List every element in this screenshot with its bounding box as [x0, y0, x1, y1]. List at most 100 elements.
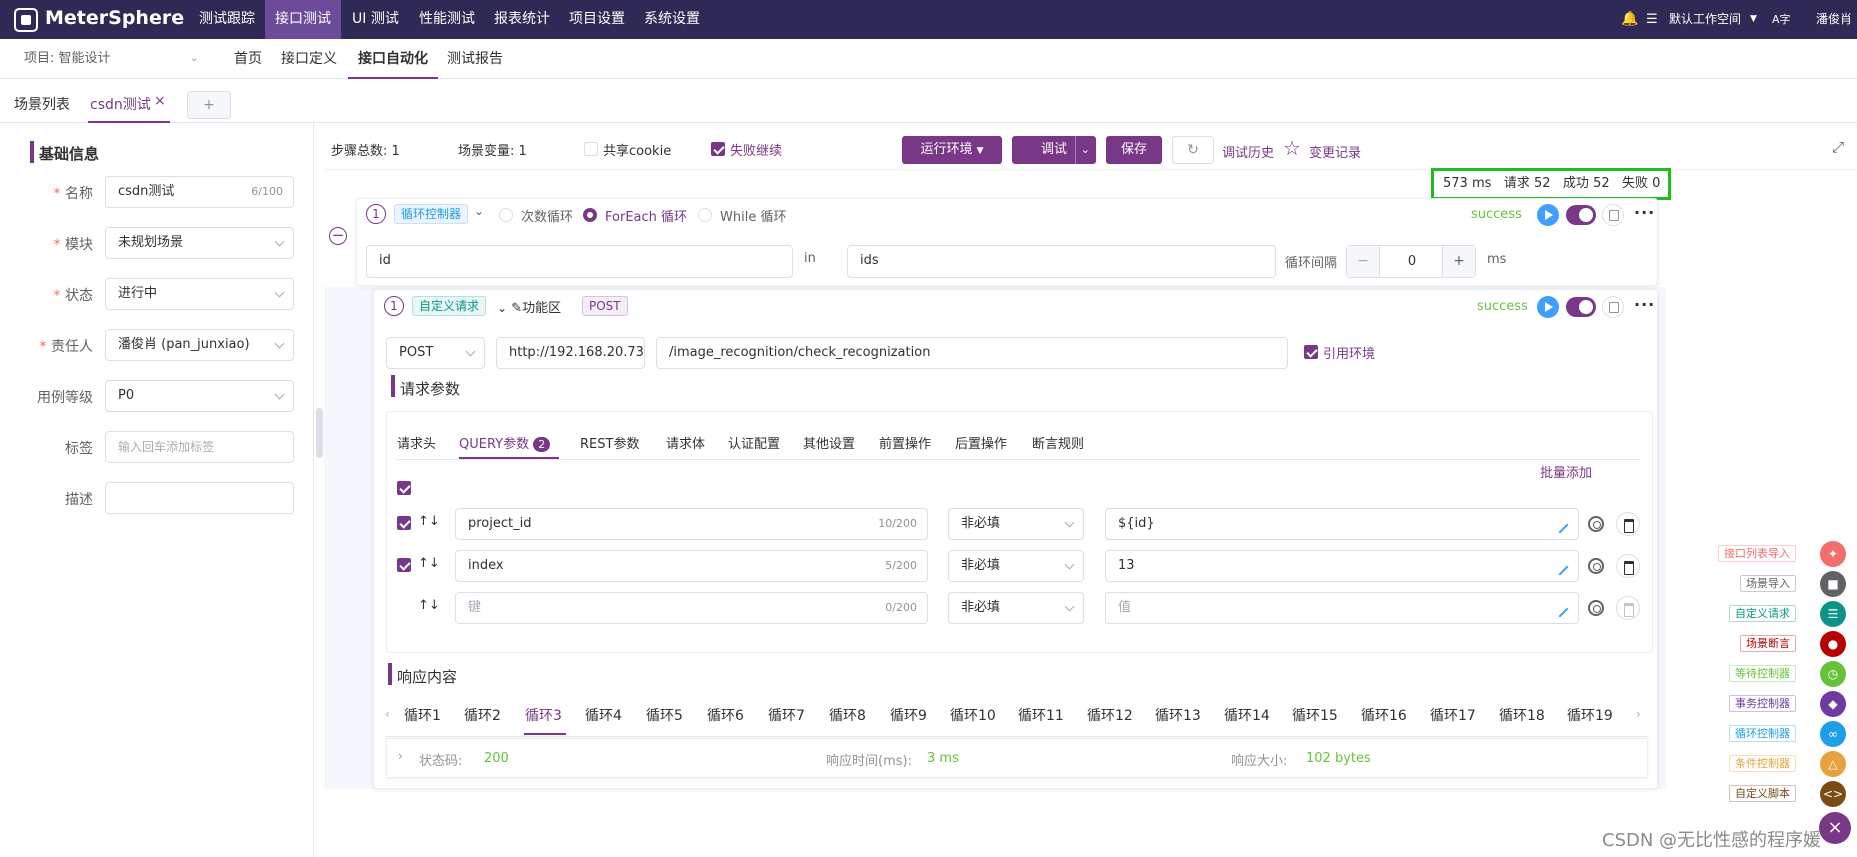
param-key-input[interactable]: index 5/200 [455, 550, 928, 582]
move-icon[interactable]: ↑↓ [418, 598, 440, 613]
cycle-tab[interactable]: 循环2 [464, 705, 501, 725]
subnav-item-home[interactable]: 首页 [234, 39, 262, 79]
topnav-item-system-settings[interactable]: 系统设置 [634, 0, 710, 39]
loop-controller-icon[interactable]: ∞ [1820, 721, 1846, 747]
condition-controller-icon[interactable]: △ [1820, 751, 1846, 777]
cycle-tab[interactable]: 循环7 [768, 705, 805, 725]
tab-body[interactable]: 请求体 [666, 433, 705, 452]
bell-icon[interactable]: 🔔 [1621, 0, 1638, 39]
param-value-input[interactable]: 13 [1105, 550, 1579, 582]
batch-add-link[interactable]: 批量添加 [1540, 462, 1592, 481]
run-step-icon[interactable] [1537, 204, 1559, 226]
gear-icon[interactable] [1588, 558, 1604, 574]
scenario-assertion-icon[interactable]: ● [1820, 631, 1846, 657]
share-cookie-checkbox[interactable] [584, 142, 598, 156]
cycle-tab[interactable]: 循环17 [1430, 705, 1476, 725]
close-icon[interactable]: × [154, 93, 166, 109]
continue-on-fail-checkbox[interactable] [711, 142, 725, 156]
tab-assertions[interactable]: 断言规则 [1032, 433, 1084, 452]
gear-icon[interactable] [1588, 600, 1604, 616]
cycle-tab[interactable]: 循环18 [1499, 705, 1545, 725]
scenario-import-icon[interactable]: ■ [1820, 571, 1846, 597]
trash-icon[interactable] [1616, 554, 1640, 578]
select-all-checkbox[interactable] [397, 481, 411, 495]
tags-input[interactable]: 输入回车添加标签 [105, 431, 294, 463]
cycle-tab-active[interactable]: 循环3 [525, 705, 562, 725]
quick-add-loop-controller-label[interactable]: 循环控制器 [1729, 725, 1796, 742]
loop-type-count-radio[interactable] [499, 208, 513, 222]
add-tab-button[interactable]: + [187, 91, 231, 119]
trash-icon[interactable] [1616, 596, 1640, 620]
change-log-link[interactable]: 变更记录 [1309, 142, 1361, 161]
save-button[interactable]: 保存 [1106, 136, 1162, 164]
cycle-tab[interactable]: 循环8 [829, 705, 866, 725]
param-key-input[interactable]: 键 0/200 [455, 592, 928, 624]
tab-auth[interactable]: 认证配置 [728, 433, 780, 452]
quick-add-scenario-assertion-label[interactable]: 场景断言 [1740, 635, 1796, 652]
path-input[interactable]: /image_recognition/check_recognization [656, 337, 1288, 369]
param-key-input[interactable]: project_id 10/200 [455, 508, 928, 540]
subnav-item-api-definition[interactable]: 接口定义 [281, 39, 337, 79]
quick-add-custom-script-label[interactable]: 自定义脚本 [1729, 785, 1796, 802]
loop-variable-input[interactable]: id [366, 245, 793, 278]
enable-request-toggle[interactable] [1566, 297, 1596, 317]
close-panel-icon[interactable]: × [1819, 812, 1851, 844]
loop-type-foreach-label[interactable]: ForEach 循环 [605, 206, 687, 225]
user-name[interactable]: 潘俊肖 [1816, 0, 1852, 39]
workspace-selector[interactable]: 默认工作空间 [1669, 0, 1741, 39]
panel-resize-handle[interactable] [316, 408, 323, 458]
loop-type-foreach-radio[interactable] [583, 208, 597, 222]
param-value-input[interactable]: ${id} [1105, 508, 1579, 540]
tab-other-settings[interactable]: 其他设置 [803, 433, 855, 452]
debug-button[interactable]: 调试 ⌄ [1012, 136, 1096, 164]
quick-add-transaction-controller-label[interactable]: 事务控制器 [1729, 695, 1796, 712]
param-required-select[interactable]: 非必填 [948, 592, 1084, 624]
minus-icon[interactable]: − [1347, 246, 1380, 277]
use-env-checkbox[interactable] [1304, 345, 1318, 359]
trash-icon[interactable] [1616, 512, 1640, 536]
topnav-item-project-settings[interactable]: 项目设置 [559, 0, 635, 39]
custom-request-icon[interactable]: ☰ [1820, 601, 1846, 627]
tab-headers[interactable]: 请求头 [397, 433, 436, 452]
interval-value[interactable]: 0 [1380, 246, 1444, 277]
tab-query-params[interactable]: QUERY参数 2 [459, 433, 551, 452]
subnav-item-api-automation[interactable]: 接口自动化 [348, 39, 438, 79]
scenario-vars[interactable]: 场景变量: 1 [458, 140, 527, 159]
api-list-import-icon[interactable]: ✦ [1820, 541, 1846, 567]
interval-stepper[interactable]: − 0 + [1346, 245, 1476, 278]
tab-csdn-test[interactable]: csdn测试 [90, 94, 151, 114]
loop-type-while-label[interactable]: While 循环 [720, 206, 786, 225]
plus-icon[interactable]: + [1442, 246, 1475, 277]
cycle-tab[interactable]: 循环9 [890, 705, 927, 725]
topnav-item-ui-test[interactable]: UI 测试 [342, 0, 409, 39]
tab-post-ops[interactable]: 后置操作 [955, 433, 1007, 452]
chevron-down-icon[interactable]: ▼ [1750, 0, 1757, 39]
status-select[interactable]: 进行中 [105, 278, 294, 310]
response-summary[interactable] [386, 738, 1648, 778]
description-textarea[interactable] [105, 482, 294, 514]
scroll-left-icon[interactable]: ‹ [385, 707, 390, 721]
move-icon[interactable]: ↑↓ [418, 514, 440, 529]
loop-collection-input[interactable]: ids [847, 245, 1276, 278]
enable-step-toggle[interactable] [1566, 205, 1596, 225]
topnav-item-test-track[interactable]: 测试跟踪 [189, 0, 265, 39]
name-input[interactable]: csdn测试 6/100 [105, 176, 294, 208]
quick-add-custom-request-label[interactable]: 自定义请求 [1729, 605, 1796, 622]
expand-icon[interactable]: › [398, 749, 403, 763]
cycle-tab[interactable]: 循环5 [646, 705, 683, 725]
fullscreen-icon[interactable]: ⤢ [1832, 138, 1844, 156]
param-value-input[interactable]: 值 [1105, 592, 1579, 624]
quick-add-api-list-import-label[interactable]: 接口列表导入 [1718, 545, 1796, 562]
run-environment-button[interactable]: 运行环境 ▼ [902, 136, 1002, 164]
owner-select[interactable]: 潘俊肖 (pan_junxiao) [105, 329, 294, 361]
cycle-tab[interactable]: 循环12 [1087, 705, 1133, 725]
quick-add-wait-controller-label[interactable]: 等待控制器 [1729, 665, 1796, 682]
cycle-tab[interactable]: 循环6 [707, 705, 744, 725]
custom-script-icon[interactable]: <> [1820, 781, 1846, 807]
cycle-tab[interactable]: 循环1 [404, 705, 441, 725]
function-area-toggle[interactable]: ⌄ ✎功能区 [497, 297, 561, 316]
collapse-icon[interactable]: − [329, 227, 347, 245]
project-selector[interactable]: 项目: 智能设计 [24, 39, 111, 79]
transaction-controller-icon[interactable]: ◆ [1820, 691, 1846, 717]
module-select[interactable]: 未规划场景 [105, 227, 294, 259]
